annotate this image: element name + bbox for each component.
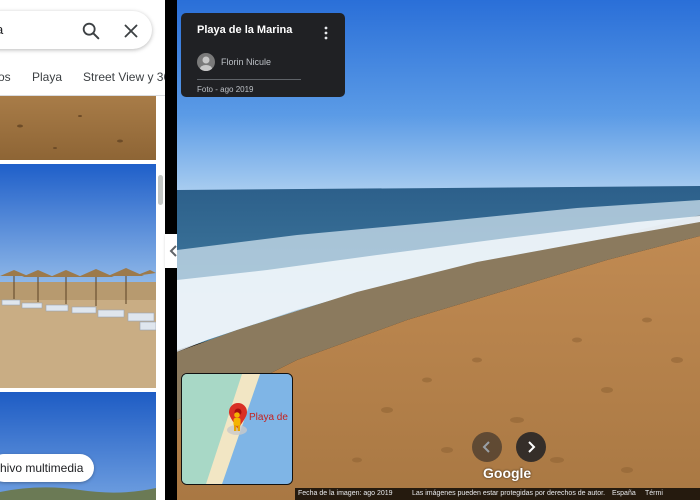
author-name[interactable]: Florin Nicule [221, 57, 271, 67]
photo-date: Foto - ago 2019 [197, 85, 254, 94]
divider [197, 79, 301, 80]
avatar[interactable] [197, 53, 215, 71]
chevron-left-icon [482, 441, 490, 453]
chevron-right-icon [528, 441, 536, 453]
photo-thumbnail[interactable] [0, 96, 156, 160]
user-avatar-icon [200, 56, 212, 71]
photo-thumbnail[interactable] [0, 164, 156, 388]
search-icon[interactable] [80, 20, 102, 42]
image-footer: Fecha de la imagen: ago 2019 Las imágene… [295, 488, 700, 500]
category-tabs: os Playa Street View y 36 [0, 62, 165, 92]
photo-thumbnail[interactable] [0, 392, 156, 500]
terms-link[interactable]: Térmi [645, 490, 663, 497]
tab-all[interactable]: os [0, 70, 11, 84]
next-photo-button[interactable] [516, 432, 546, 462]
scrollbar[interactable] [158, 175, 163, 205]
tab-beach[interactable]: Playa [32, 70, 62, 84]
mini-map[interactable]: Playa de [181, 373, 293, 485]
photo-info-card: Playa de la Marina Florin Nicule Foto - … [181, 13, 345, 97]
previous-photo-button[interactable] [472, 432, 502, 462]
more-vert-icon[interactable] [321, 25, 331, 41]
copyright-notice: Las imágenes pueden estar protegidas por… [412, 490, 606, 497]
image-date-label: Fecha de la imagen: ago 2019 [298, 490, 393, 497]
pegman-icon[interactable] [231, 412, 243, 432]
tab-street-view[interactable]: Street View y 36 [83, 70, 165, 84]
multimedia-chip-label: hivo multimedia [0, 461, 84, 475]
country-label[interactable]: España [612, 490, 636, 497]
multimedia-archive-chip[interactable]: hivo multimedia [0, 454, 94, 482]
results-panel: a os Playa Street View y 36 [0, 0, 165, 500]
search-input[interactable]: a [0, 22, 3, 37]
mini-map-label: Playa de [249, 412, 288, 423]
place-title[interactable]: Playa de la Marina [197, 24, 292, 36]
google-logo: Google [483, 465, 532, 481]
close-icon[interactable] [120, 20, 142, 42]
